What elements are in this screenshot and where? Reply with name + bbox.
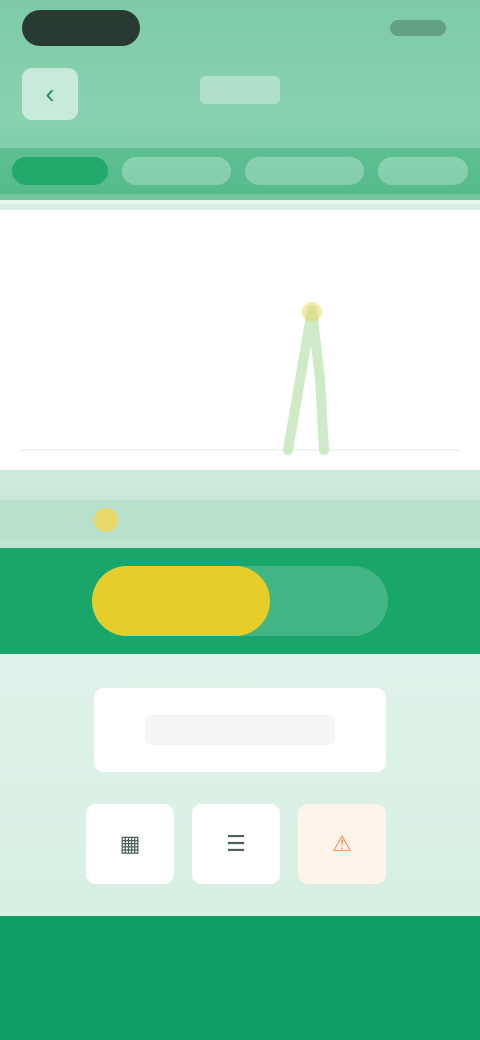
tab-bar	[0, 148, 480, 194]
quick-action-grid[interactable]: ▦	[86, 804, 174, 884]
primary-action-button[interactable]	[145, 715, 335, 745]
toggle-option-left[interactable]	[92, 566, 270, 636]
alert-icon: ⚠	[332, 831, 352, 856]
quick-action-alert[interactable]: ⚠	[298, 804, 386, 884]
app-screen: ‹ ▦ ☰ ⚠	[0, 0, 480, 1040]
chart-highlight	[302, 302, 322, 322]
bottom-bar	[0, 916, 480, 1040]
info-strip	[0, 470, 480, 548]
header: ‹	[0, 0, 480, 200]
quick-action-list[interactable]: ☰	[192, 804, 280, 884]
chart-background	[20, 290, 460, 460]
status-pill	[22, 10, 140, 46]
list-icon: ☰	[226, 831, 246, 856]
tab-4[interactable]	[378, 157, 468, 185]
back-button[interactable]: ‹	[22, 68, 78, 120]
chart-card	[0, 204, 480, 476]
mode-band	[0, 548, 480, 654]
chart-title	[120, 234, 360, 274]
toggle-option-right[interactable]	[272, 566, 388, 636]
tab-3[interactable]	[245, 157, 365, 185]
status-indicators	[390, 20, 446, 36]
actions-area: ▦ ☰ ⚠	[0, 654, 480, 916]
chart-area	[20, 290, 460, 460]
back-arrow-icon: ‹	[45, 78, 55, 109]
tab-2[interactable]	[121, 157, 231, 185]
info-bar	[0, 500, 480, 540]
primary-action-card[interactable]	[94, 688, 386, 772]
quick-actions: ▦ ☰ ⚠	[86, 804, 396, 884]
tab-1[interactable]	[12, 157, 108, 185]
grid-icon: ▦	[119, 831, 141, 856]
page-title	[200, 76, 280, 104]
mode-toggle	[92, 566, 388, 636]
status-dot	[94, 508, 118, 532]
